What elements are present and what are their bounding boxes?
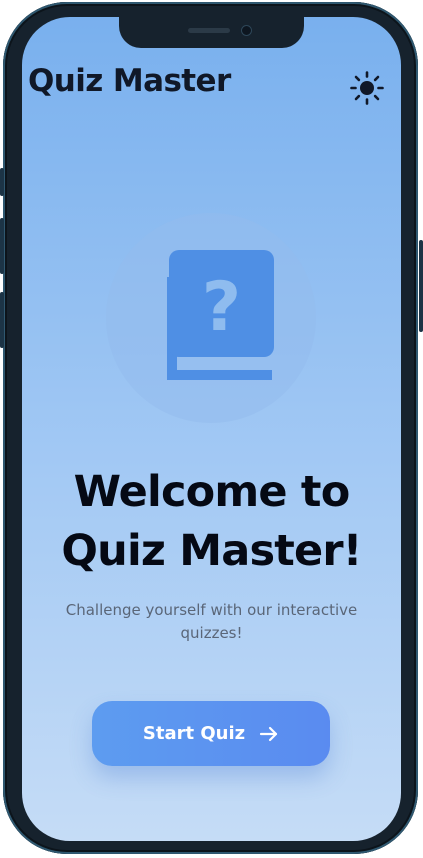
theme-toggle-button[interactable]	[348, 69, 386, 107]
start-quiz-label: Start Quiz	[142, 723, 246, 744]
sun-icon	[350, 71, 384, 105]
speaker-grille	[188, 28, 230, 33]
quiz-question-cards-icon: ?	[167, 250, 274, 380]
volume-up-button	[0, 218, 4, 274]
start-quiz-button[interactable]: Start Quiz	[92, 701, 330, 766]
svg-text:?: ?	[202, 268, 241, 347]
notch	[119, 17, 304, 48]
front-camera	[241, 25, 252, 36]
power-button	[419, 240, 423, 332]
hero-illustration: ?	[106, 213, 316, 423]
arrow-right-icon	[260, 726, 278, 741]
silent-switch	[0, 168, 4, 196]
volume-down-button	[0, 292, 4, 348]
app-screen: Quiz Master ? Welcome to Quiz Master! Ch…	[22, 17, 401, 841]
welcome-subtitle: Challenge yourself with our interactive …	[65, 601, 358, 642]
welcome-heading: Welcome to Quiz Master!	[61, 467, 362, 576]
app-title: Quiz Master	[28, 63, 231, 99]
